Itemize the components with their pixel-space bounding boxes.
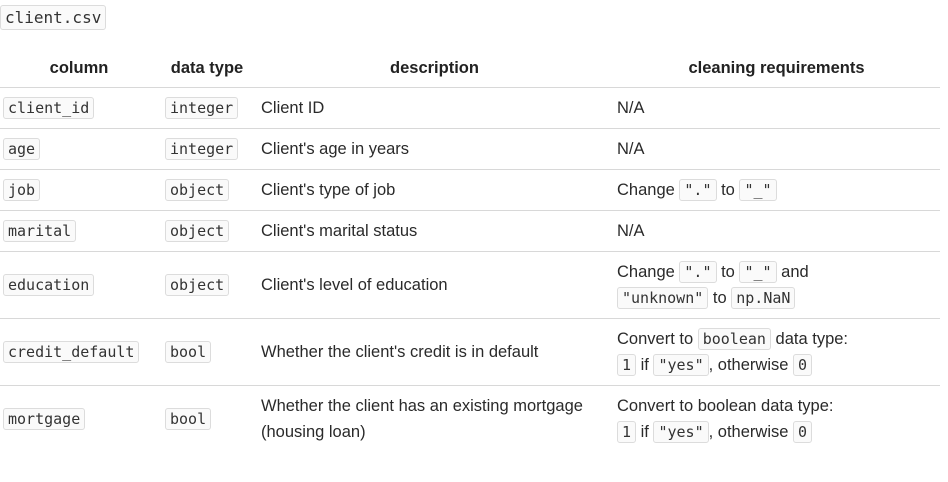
req-code: "_"	[739, 179, 777, 201]
data-type: bool	[165, 408, 212, 430]
req-text: and	[781, 263, 809, 281]
table-row: education object Client's level of educa…	[0, 251, 940, 319]
column-name: client_id	[3, 97, 95, 119]
req-code: "yes"	[653, 354, 709, 376]
table-row: mortgage bool Whether the client has an …	[0, 386, 940, 453]
description-cell: Client ID	[256, 87, 613, 129]
req-text: Convert to boolean data type:	[617, 397, 834, 415]
requirements-cell: Change "." to "_"	[613, 169, 940, 211]
column-name: credit_default	[3, 341, 140, 363]
req-text: data type:	[775, 330, 849, 348]
requirements-cell: Convert to boolean data type: 1 if "yes",…	[613, 318, 940, 386]
req-code: "."	[679, 261, 717, 283]
table-row: age integer Client's age in years N/A	[0, 128, 940, 170]
description-cell: Client's level of education	[256, 251, 613, 319]
requirements-cell: N/A	[613, 87, 940, 129]
table-row: credit_default bool Whether the client's…	[0, 318, 940, 386]
column-name: marital	[3, 220, 77, 242]
column-cell: education	[0, 251, 158, 319]
file-name-label: client.csv	[0, 5, 107, 30]
requirements-cell: Convert to boolean data type: 1 if "yes",…	[613, 386, 940, 453]
req-code: 1	[617, 354, 637, 376]
dtype-cell: object	[158, 210, 256, 252]
header-column: column	[0, 50, 158, 88]
column-cell: age	[0, 128, 158, 170]
requirements-cell: N/A	[613, 210, 940, 252]
requirements-cell: N/A	[613, 128, 940, 170]
dtype-cell: object	[158, 251, 256, 319]
description-cell: Client's age in years	[256, 128, 613, 170]
file-name-code: client.csv	[0, 5, 107, 30]
req-text: if	[640, 423, 649, 441]
req-text: Convert to	[617, 330, 694, 348]
column-cell: mortgage	[0, 386, 158, 453]
table-row: marital object Client's marital status N…	[0, 210, 940, 252]
req-code: "yes"	[653, 421, 709, 443]
req-code: "."	[679, 179, 717, 201]
header-cleaning-requirements: cleaning requirements	[613, 50, 940, 88]
req-code: 1	[617, 421, 637, 443]
req-text: to	[721, 181, 735, 199]
req-text: , otherwise	[708, 423, 789, 441]
table-row: job object Client's type of job Change "…	[0, 169, 940, 211]
column-name: mortgage	[3, 408, 86, 430]
data-type: object	[165, 274, 230, 296]
dtype-cell: bool	[158, 318, 256, 386]
req-text: if	[640, 356, 649, 374]
column-cell: job	[0, 169, 158, 211]
req-text: to	[712, 289, 727, 307]
req-text: to	[721, 263, 735, 281]
dtype-cell: bool	[158, 386, 256, 453]
data-type: object	[165, 220, 230, 242]
column-name: age	[3, 138, 41, 160]
header-description: description	[256, 50, 613, 88]
table-row: client_id integer Client ID N/A	[0, 87, 940, 129]
column-dictionary-table: column data type description cleaning re…	[0, 50, 940, 452]
req-text: Change	[617, 181, 675, 199]
table-header-row: column data type description cleaning re…	[0, 50, 940, 88]
req-code: 0	[793, 421, 813, 443]
data-type: integer	[165, 138, 239, 160]
req-code: "_"	[739, 261, 777, 283]
column-name: job	[3, 179, 41, 201]
req-code: "unknown"	[617, 287, 709, 309]
column-name: education	[3, 274, 95, 296]
description-cell: Client's marital status	[256, 210, 613, 252]
req-code: boolean	[697, 328, 771, 350]
column-cell: credit_default	[0, 318, 158, 386]
dtype-cell: integer	[158, 128, 256, 170]
header-data-type: data type	[158, 50, 256, 88]
requirements-cell: Change "." to "_" and "unknown" to np.NaN	[613, 251, 940, 319]
column-cell: client_id	[0, 87, 158, 129]
column-cell: marital	[0, 210, 158, 252]
description-cell: Whether the client's credit is in defaul…	[256, 318, 613, 386]
req-code: 0	[793, 354, 813, 376]
description-cell: Client's type of job	[256, 169, 613, 211]
req-code: np.NaN	[731, 287, 796, 309]
req-text: Change	[617, 263, 675, 281]
description-cell: Whether the client has an existing mortg…	[261, 397, 583, 441]
dtype-cell: integer	[158, 87, 256, 129]
dtype-cell: object	[158, 169, 256, 211]
data-type: bool	[165, 341, 212, 363]
req-text: , otherwise	[708, 356, 789, 374]
data-type: integer	[165, 97, 239, 119]
data-type: object	[165, 179, 230, 201]
